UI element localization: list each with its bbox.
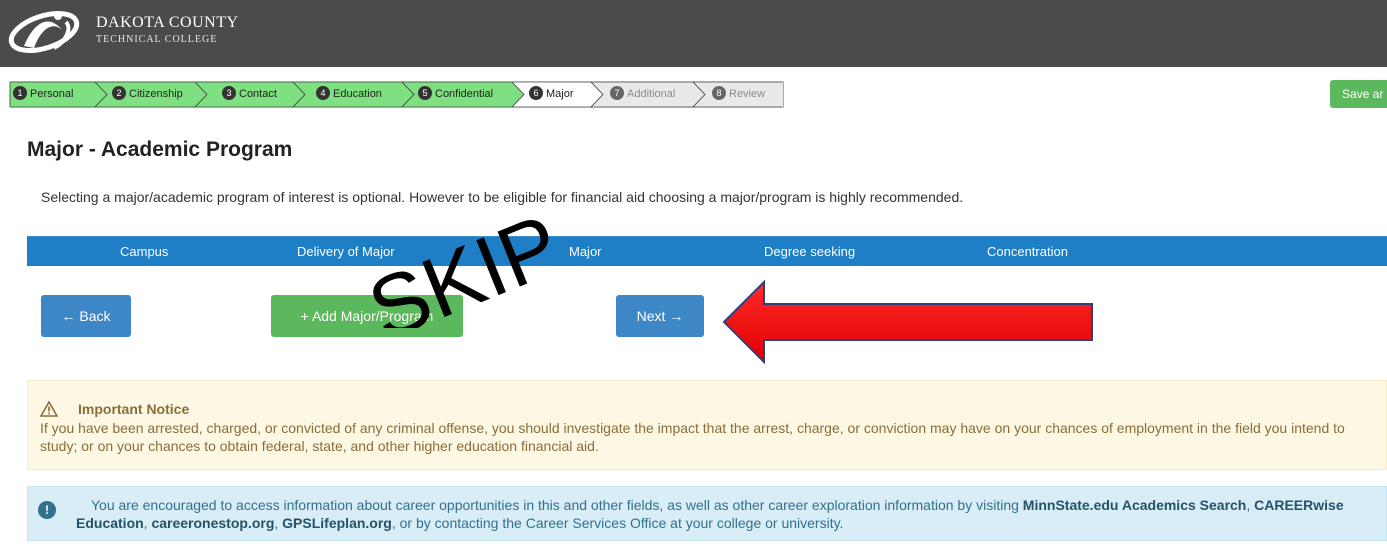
logo-swoosh-icon (8, 11, 80, 53)
college-logo[interactable]: DAKOTA COUNTY TECHNICAL COLLEGE (6, 6, 306, 56)
info-separator: , (1246, 497, 1255, 513)
step-number: 5 (418, 86, 432, 100)
skip-annotation: SKIP (356, 196, 570, 328)
save-and-exit-button[interactable]: Save ar (1330, 80, 1387, 108)
col-concentration: Concentration (987, 244, 1068, 259)
site-header: DAKOTA COUNTY TECHNICAL COLLEGE (0, 0, 1387, 67)
col-degree-seeking: Degree seeking (764, 244, 856, 259)
step-label: Major (546, 88, 574, 100)
step-number: 6 (529, 86, 543, 100)
step-number: 4 (316, 86, 330, 100)
step-number: 1 (13, 86, 27, 100)
brand-subtitle: TECHNICAL COLLEGE (96, 34, 218, 45)
link-gpslifeplan[interactable]: GPSLifeplan.org (282, 515, 392, 531)
page-title: Major - Academic Program (27, 138, 293, 161)
brand-name: DAKOTA COUNTY (96, 14, 239, 31)
notice-body: If you have been arrested, charged, or c… (40, 420, 1345, 454)
notice-title: Important Notice (78, 401, 190, 417)
link-minnstate-academics[interactable]: MinnState.edu Academics Search (1023, 497, 1247, 513)
step-number: 3 (222, 86, 236, 100)
important-notice: Important Notice If you have been arrest… (27, 380, 1387, 470)
majors-table-header: Campus Delivery of Major Major Degree se… (27, 236, 1387, 266)
career-info-text: You are encouraged to access information… (76, 496, 1386, 532)
step-label: Additional (627, 88, 676, 100)
back-button[interactable]: ← Back (41, 295, 131, 337)
career-info-alert: ! You are encouraged to access informati… (27, 486, 1387, 541)
step-label: Personal (30, 88, 74, 100)
info-text-end: , or by contacting the Career Services O… (391, 515, 844, 531)
warning-icon (40, 401, 58, 417)
application-page: DAKOTA COUNTY TECHNICAL COLLEGE 1 Persona… (0, 0, 1387, 547)
step-number: 7 (610, 86, 624, 100)
info-text: You are encouraged to access information… (91, 497, 1023, 513)
red-arrow-annotation-icon (722, 279, 1093, 365)
col-campus: Campus (120, 244, 169, 259)
info-icon: ! (38, 501, 56, 519)
step-number: 8 (712, 86, 726, 100)
step-label: Citizenship (129, 88, 183, 100)
step-label: Education (333, 88, 382, 100)
col-major: Major (569, 244, 602, 259)
skip-text: SKIP (356, 196, 570, 328)
step-label: Review (729, 88, 766, 100)
wizard-steps: 1 Personal 2 Citizenship 3 Contact 4 Educati… (9, 81, 784, 108)
next-button[interactable]: Next → (616, 295, 704, 337)
step-label: Contact (239, 88, 277, 100)
link-careeronestop[interactable]: careeronestop.org (151, 515, 274, 531)
info-separator: , (274, 515, 283, 531)
step-label: Confidential (435, 88, 494, 100)
step-number: 2 (112, 86, 126, 100)
